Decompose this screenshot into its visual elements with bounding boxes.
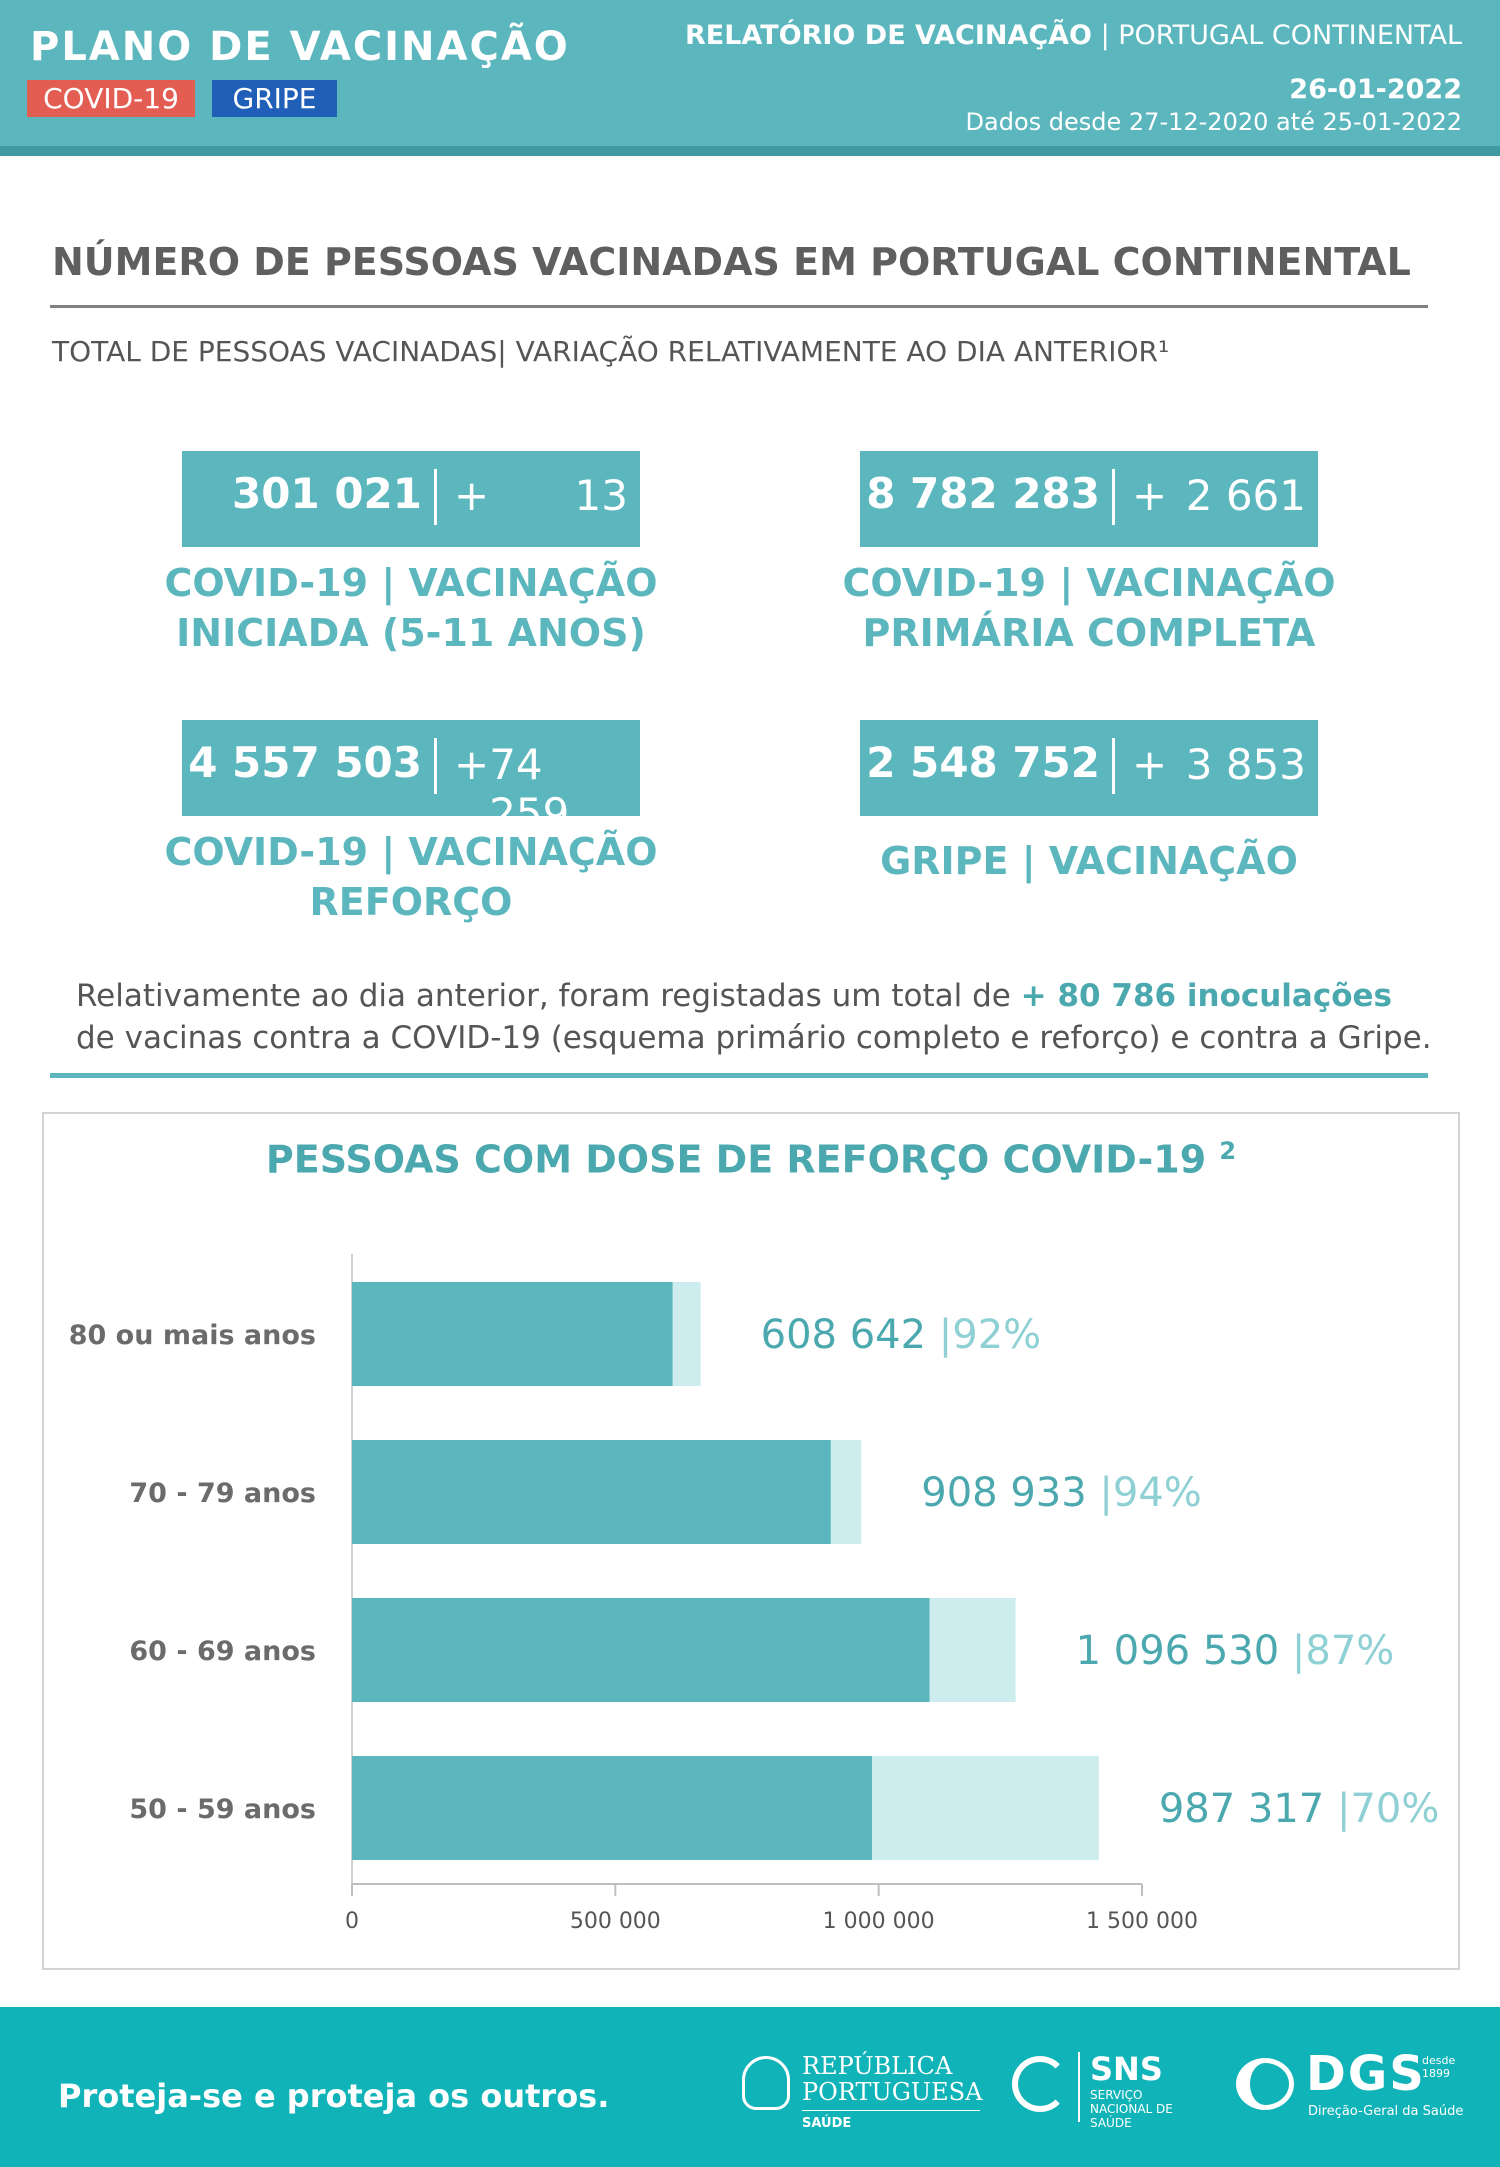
percent-label: |92% bbox=[939, 1312, 1041, 1358]
dgs-since: desde 1899 bbox=[1422, 2054, 1456, 2080]
section-subtitle: TOTAL DE PESSOAS VACINADAS| VARIAÇÃO REL… bbox=[52, 335, 1170, 368]
sns-circle-icon bbox=[1012, 2056, 1068, 2112]
report-header: PLANO DE VACINAÇÃO COVID-19 GRIPE RELATÓ… bbox=[0, 0, 1500, 146]
value-label: 987 317 |70% bbox=[1159, 1786, 1440, 1832]
sns-title: SNS bbox=[1090, 2050, 1163, 2088]
stat-delta: +2 661 bbox=[1128, 471, 1306, 520]
stat-card-primary-complete: 8 782 283 +2 661 bbox=[860, 451, 1318, 547]
stat-label-line1: COVID-19 | VACINAÇÃO bbox=[164, 561, 658, 605]
chart-title: PESSOAS COM DOSE DE REFORÇO COVID-19 2 bbox=[44, 1137, 1458, 1182]
stat-total: 4 557 503 bbox=[188, 738, 422, 787]
sns-subtitle: SERVIÇO NACIONAL DE SAÚDE bbox=[1090, 2088, 1173, 2130]
stat-label-line1: COVID-19 | VACINAÇÃO bbox=[164, 830, 658, 874]
stat-card-flu: 2 548 752 +3 853 bbox=[860, 720, 1318, 816]
category-label: 50 - 59 anos bbox=[129, 1794, 316, 1825]
summary-after: de vacinas contra a COVID-19 (esquema pr… bbox=[76, 1020, 1432, 1056]
booster-chart-panel: 0 500 000 1 000 000 1 500 000 80 ou mais ano… bbox=[42, 1112, 1460, 1970]
stat-total: 8 782 283 bbox=[866, 469, 1100, 518]
summary-text: Relativamente ao dia anterior, foram reg… bbox=[76, 975, 1436, 1059]
x-tick-label: 1 500 000 bbox=[1086, 1909, 1198, 1934]
stat-delta-value: 74 259 bbox=[489, 740, 570, 838]
stat-label-booster: COVID-19 | VACINAÇÃO REFORÇO bbox=[141, 827, 681, 927]
value-label: 908 933 |94% bbox=[921, 1470, 1202, 1516]
value-number: 1 096 530 bbox=[1076, 1628, 1292, 1674]
stat-plus: + bbox=[454, 740, 490, 789]
stat-card-booster: 4 557 503 +74 259 bbox=[182, 720, 640, 838]
stat-delta-value: 2 661 bbox=[1185, 471, 1306, 520]
report-title-bold: RELATÓRIO DE VACINAÇÃO bbox=[684, 20, 1093, 51]
stat-label-line2: INICIADA (5-11 ANOS) bbox=[176, 611, 646, 655]
bar-booster bbox=[352, 1282, 673, 1386]
report-title: RELATÓRIO DE VACINAÇÃO | PORTUGAL CONTIN… bbox=[685, 20, 1462, 51]
stat-label-initiated: COVID-19 | VACINAÇÃO INICIADA (5-11 ANOS… bbox=[141, 558, 681, 658]
category-label: 70 - 79 anos bbox=[129, 1478, 316, 1509]
covid-badge: COVID-19 bbox=[27, 80, 195, 117]
stat-label-line1: GRIPE | VACINAÇÃO bbox=[880, 839, 1298, 883]
percent-label: |70% bbox=[1337, 1786, 1439, 1832]
stat-total: 2 548 752 bbox=[866, 738, 1100, 787]
dgs-globe-icon bbox=[1236, 2058, 1294, 2110]
stat-plus: + bbox=[1132, 471, 1168, 520]
section-title: NÚMERO DE PESSOAS VACINADAS EM PORTUGAL … bbox=[52, 240, 1411, 284]
data-range: Dados desde 27-12-2020 até 25-01-2022 bbox=[965, 108, 1462, 136]
stat-card-initiated: 301 021 +13 bbox=[182, 451, 640, 547]
rp-divider bbox=[802, 2110, 980, 2111]
stat-separator bbox=[434, 469, 437, 525]
sns-divider bbox=[1078, 2052, 1080, 2122]
rp-line2: PORTUGUESA bbox=[802, 2078, 983, 2106]
stat-separator bbox=[434, 738, 437, 794]
percent-label: |94% bbox=[1099, 1470, 1201, 1516]
stat-delta-value: 13 bbox=[574, 471, 628, 520]
x-tick-label: 500 000 bbox=[570, 1909, 661, 1934]
stat-label-line2: PRIMÁRIA COMPLETA bbox=[862, 611, 1316, 655]
stat-label-line1: COVID-19 | VACINAÇÃO bbox=[842, 561, 1336, 605]
stat-total: 301 021 bbox=[232, 469, 422, 518]
value-number: 908 933 bbox=[921, 1470, 1099, 1516]
dgs-subtitle: Direção-Geral da Saúde bbox=[1308, 2104, 1464, 2119]
stat-delta: +3 853 bbox=[1128, 740, 1306, 789]
dgs-title: DGS bbox=[1306, 2046, 1426, 2102]
stat-plus: + bbox=[454, 471, 490, 520]
value-number: 608 642 bbox=[761, 1312, 939, 1358]
bar-booster bbox=[352, 1598, 930, 1702]
stat-delta-value: 3 853 bbox=[1185, 740, 1306, 789]
stat-delta: +74 259 bbox=[450, 740, 628, 838]
value-label: 1 096 530 |87% bbox=[1076, 1628, 1395, 1674]
x-tick-label: 1 000 000 bbox=[823, 1909, 935, 1934]
stat-plus: + bbox=[1132, 740, 1168, 789]
stat-separator bbox=[1112, 469, 1115, 525]
booster-chart: 0 500 000 1 000 000 1 500 000 80 ou mais ano… bbox=[69, 1254, 1440, 1934]
report-title-rest: | PORTUGAL CONTINENTAL bbox=[1092, 20, 1462, 51]
stat-label-primary-complete: COVID-19 | VACINAÇÃO PRIMÁRIA COMPLETA bbox=[819, 558, 1359, 658]
category-label: 80 ou mais anos bbox=[69, 1320, 316, 1351]
category-label: 60 - 69 anos bbox=[129, 1636, 316, 1667]
emblem-icon bbox=[742, 2056, 790, 2110]
header-divider bbox=[0, 146, 1500, 156]
value-label: 608 642 |92% bbox=[761, 1312, 1042, 1358]
value-number: 987 317 bbox=[1159, 1786, 1337, 1832]
footer: Proteja-se e proteja os outros. REPÚBLIC… bbox=[0, 2007, 1500, 2167]
chart-title-footnote: 2 bbox=[1219, 1137, 1237, 1165]
bar-booster bbox=[352, 1440, 831, 1544]
section-divider bbox=[50, 305, 1428, 308]
summary-before: Relativamente ao dia anterior, foram reg… bbox=[76, 978, 1021, 1014]
rp-line1: REPÚBLICA bbox=[802, 2052, 953, 2080]
summary-highlight: + 80 786 inoculações bbox=[1020, 978, 1393, 1014]
summary-divider bbox=[50, 1073, 1428, 1078]
stat-separator bbox=[1112, 738, 1115, 794]
plano-title: PLANO DE VACINAÇÃO bbox=[30, 24, 570, 70]
footer-slogan: Proteja-se e proteja os outros. bbox=[58, 2077, 610, 2115]
stat-delta: +13 bbox=[450, 471, 628, 520]
stat-label-line2: REFORÇO bbox=[309, 880, 513, 924]
bar-booster bbox=[352, 1756, 872, 1860]
report-date: 26-01-2022 bbox=[1289, 74, 1462, 105]
rp-line3: SAÚDE bbox=[802, 2116, 852, 2131]
stat-label-flu: GRIPE | VACINAÇÃO bbox=[819, 836, 1359, 886]
gripe-badge: GRIPE bbox=[212, 80, 337, 117]
chart-title-text: PESSOAS COM DOSE DE REFORÇO COVID-19 bbox=[265, 1137, 1207, 1182]
x-tick-label: 0 bbox=[345, 1909, 359, 1934]
percent-label: |87% bbox=[1292, 1628, 1394, 1674]
